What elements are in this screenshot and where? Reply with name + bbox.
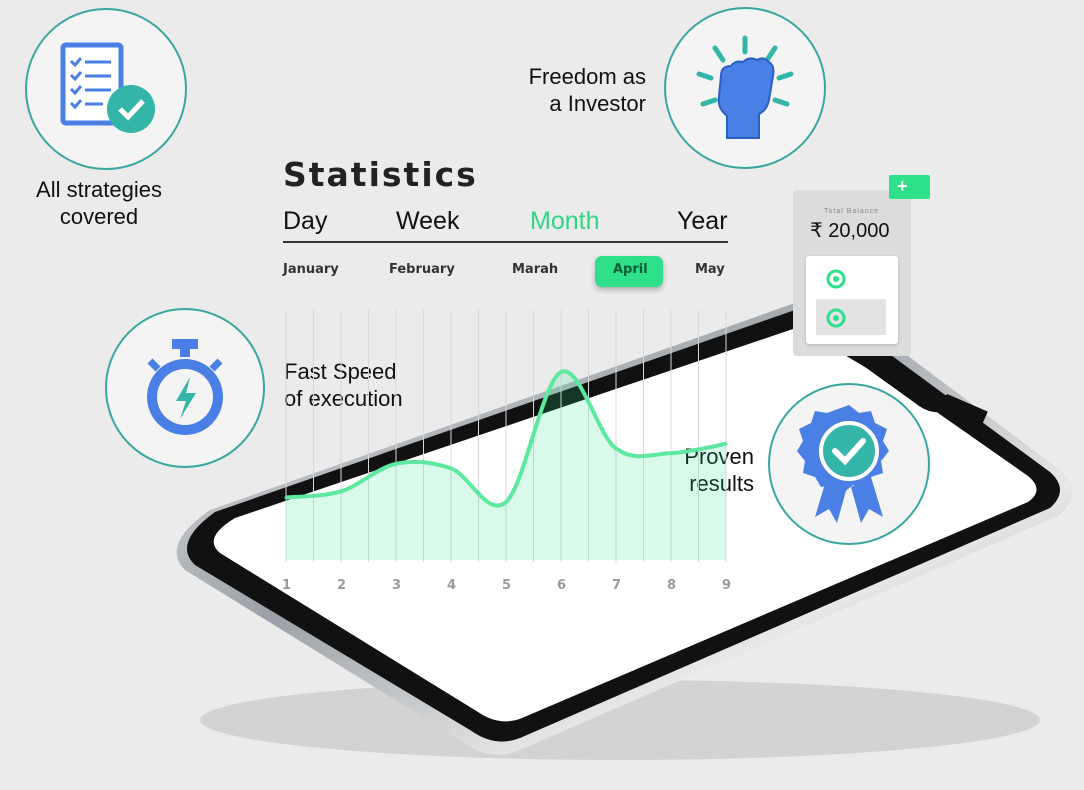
chart-point <box>724 442 728 446</box>
x-axis-tick-label: 5 <box>502 578 512 593</box>
x-axis-tick-label: 1 <box>282 578 292 593</box>
x-axis-tick-label: 3 <box>392 578 402 593</box>
balance-amount: ₹ 20,000 <box>810 220 890 242</box>
add-button[interactable]: + <box>889 175 930 199</box>
x-axis-tick-label: 4 <box>447 578 457 593</box>
chart-point <box>284 495 288 499</box>
chart-point <box>394 462 398 466</box>
x-axis-tick-label: 6 <box>557 578 567 593</box>
x-axis-tick-label: 2 <box>337 578 347 593</box>
balance-label: Total Balance <box>824 208 880 215</box>
statistics-chart <box>284 310 728 562</box>
chart-point <box>669 451 673 455</box>
x-axis-tick-label: 7 <box>612 578 622 593</box>
coin-icon <box>826 269 846 289</box>
x-axis-tick-label: 8 <box>667 578 677 593</box>
x-axis-tick-label: 9 <box>722 578 732 593</box>
chart-point <box>504 500 508 504</box>
chart-point <box>559 370 563 374</box>
chart-point <box>614 447 618 450</box>
coin-icon <box>826 308 846 328</box>
chart-point <box>339 489 343 493</box>
chart-point <box>449 466 453 470</box>
